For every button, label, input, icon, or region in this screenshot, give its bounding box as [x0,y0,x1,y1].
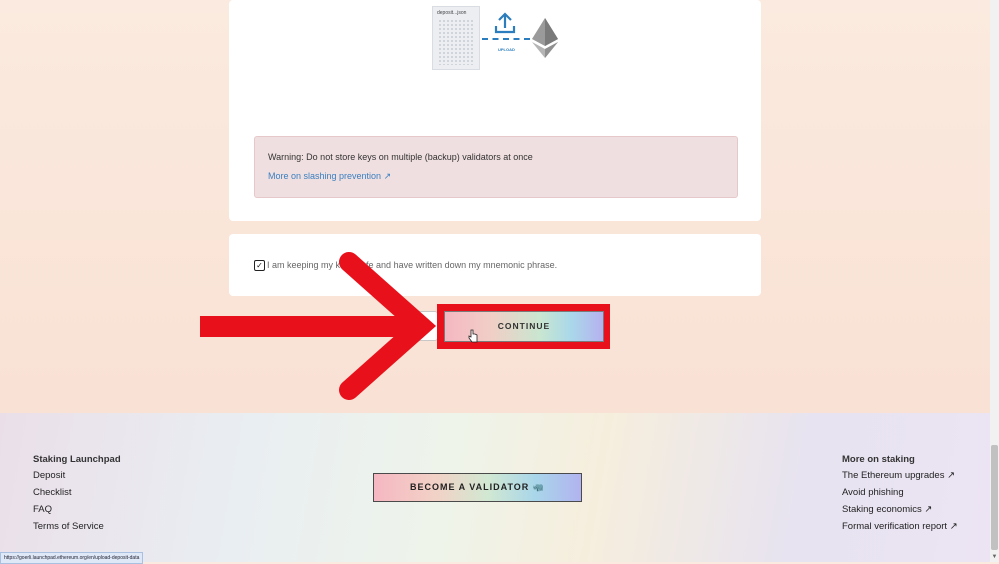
footer-link-deposit[interactable]: Deposit [33,470,121,481]
footer-right-heading: More on staking [842,454,915,465]
vertical-scrollbar[interactable]: ▼ [990,0,999,562]
become-validator-button[interactable]: BECOME A VALIDATOR 🦏 [373,473,582,502]
hand-cursor-icon [468,329,478,343]
footer-link-staking-economics[interactable]: Staking economics ↗ [842,504,958,515]
scrollbar-thumb[interactable] [991,445,998,550]
scroll-down-arrow-icon[interactable]: ▼ [991,554,998,561]
status-bar-url: https://goerli.launchpad.ethereum.org/en… [0,552,144,564]
footer-launchpad-column: Staking Launchpad Deposit Checklist FAQ … [33,454,121,538]
footer-link-checklist[interactable]: Checklist [33,487,121,498]
footer-link-faq[interactable]: FAQ [33,504,121,515]
footer-link-formal-verification[interactable]: Formal verification report ↗ [842,521,958,532]
page: deposit...json UPLOAD Warning: Do not st… [0,0,990,564]
footer-link-terms[interactable]: Terms of Service [33,521,121,532]
footer-link-avoid-phishing[interactable]: Avoid phishing [842,487,958,498]
footer-link-ethereum-upgrades[interactable]: The Ethereum upgrades ↗ [842,470,958,481]
footer-left-heading: Staking Launchpad [33,454,121,465]
footer-more-staking-column: More on staking The Ethereum upgrades ↗ … [842,454,958,538]
